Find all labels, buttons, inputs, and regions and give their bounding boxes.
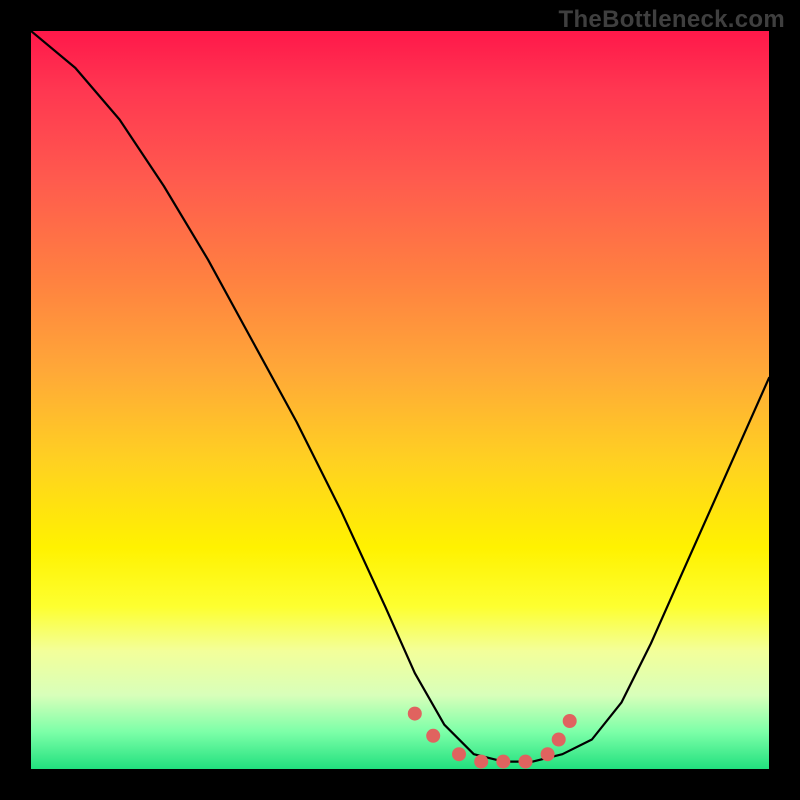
- highlight-dot: [426, 729, 440, 743]
- highlight-dot: [474, 755, 488, 769]
- highlight-dot: [519, 755, 533, 769]
- highlight-dot: [563, 714, 577, 728]
- highlight-dot: [552, 733, 566, 747]
- bottleneck-curve: [31, 31, 769, 762]
- curve-layer: [31, 31, 769, 769]
- highlight-dot: [408, 707, 422, 721]
- plot-area: [31, 31, 769, 769]
- chart-stage: TheBottleneck.com: [0, 0, 800, 800]
- highlight-dot: [496, 755, 510, 769]
- highlight-dot: [541, 747, 555, 761]
- watermark-text: TheBottleneck.com: [559, 6, 785, 34]
- highlight-dot: [452, 747, 466, 761]
